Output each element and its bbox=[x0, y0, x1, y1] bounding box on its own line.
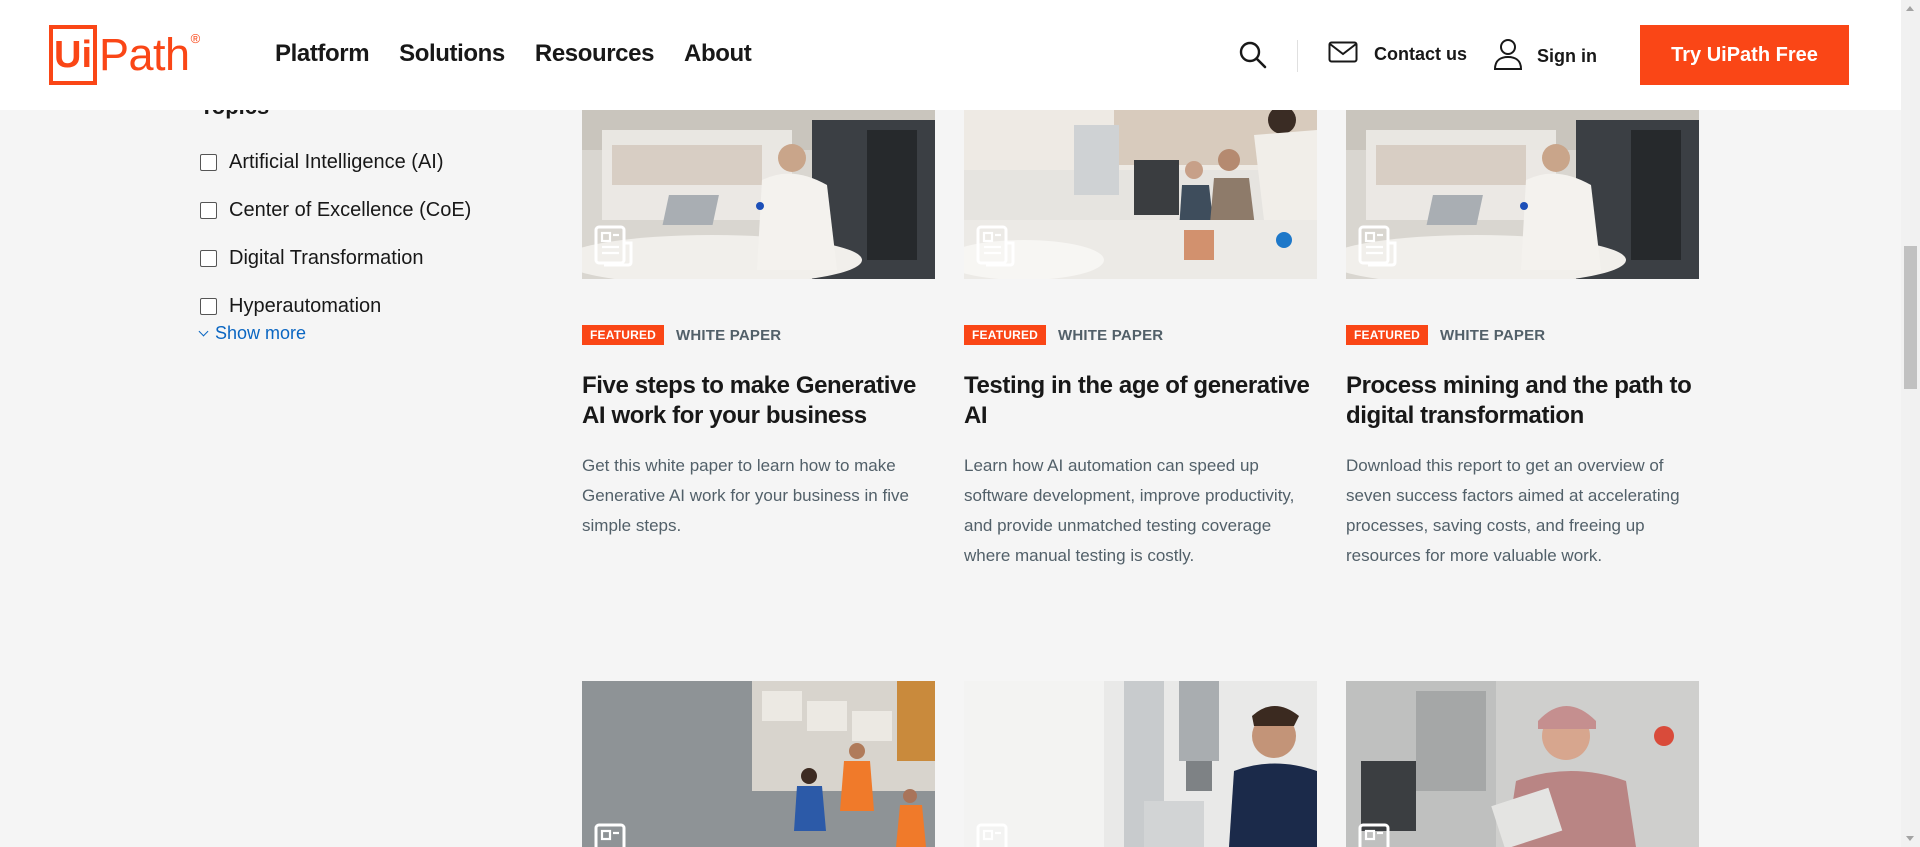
vertical-scrollbar[interactable] bbox=[1901, 0, 1920, 847]
contact-us-link[interactable]: Contact us bbox=[1328, 41, 1467, 68]
filter-item-coe[interactable]: Center of Excellence (CoE) bbox=[200, 186, 471, 234]
logo-text: Path bbox=[99, 29, 190, 80]
card-title[interactable]: Testing in the age of generative AI bbox=[964, 371, 1317, 431]
document-icon bbox=[1358, 225, 1397, 267]
show-more-link[interactable]: Show more bbox=[198, 323, 307, 344]
search-icon[interactable] bbox=[1238, 40, 1268, 70]
card-title[interactable]: Five steps to make Generative AI work fo… bbox=[582, 371, 935, 431]
filter-list: Artificial Intelligence (AI) Center of E… bbox=[200, 138, 471, 330]
card-description: Download this report to get an overview … bbox=[1346, 456, 1680, 565]
show-more-label: Show more bbox=[215, 323, 307, 343]
sign-in-label: Sign in bbox=[1537, 46, 1597, 66]
card-tags: FEATURED WHITE PAPER bbox=[964, 325, 1163, 345]
checkbox[interactable] bbox=[200, 153, 217, 171]
uipath-logo[interactable]: Ui Path ® bbox=[49, 25, 200, 85]
featured-badge: FEATURED bbox=[582, 325, 665, 345]
content-type: WHITE PAPER bbox=[1058, 326, 1164, 344]
checkbox[interactable] bbox=[200, 249, 217, 267]
card-description: Get this white paper to learn how to mak… bbox=[582, 456, 909, 535]
filter-label: Center of Excellence (CoE) bbox=[229, 198, 472, 221]
nav-platform[interactable]: Platform bbox=[275, 40, 370, 68]
content-type: WHITE PAPER bbox=[1440, 326, 1546, 344]
header-divider bbox=[1297, 40, 1298, 72]
filter-label: Hyperautomation bbox=[229, 294, 382, 317]
card-image-man-on-train bbox=[1346, 110, 1699, 279]
card-image-warehouse bbox=[582, 681, 935, 847]
logo-box: Ui bbox=[49, 25, 97, 85]
logo-registered-mark: ® bbox=[190, 31, 201, 46]
document-icon bbox=[594, 823, 626, 847]
try-uipath-free-button[interactable]: Try UiPath Free bbox=[1640, 25, 1849, 85]
mail-icon bbox=[1328, 41, 1358, 68]
site-header: Ui Path ® Platform Solutions Resources A… bbox=[0, 0, 1901, 110]
document-icon bbox=[976, 823, 1008, 847]
main-nav: Platform Solutions Resources About bbox=[275, 40, 781, 68]
featured-badge: FEATURED bbox=[1346, 325, 1429, 345]
featured-badge: FEATURED bbox=[964, 325, 1047, 345]
scroll-down-arrow-icon[interactable] bbox=[1906, 836, 1914, 841]
card-tags: FEATURED WHITE PAPER bbox=[1346, 325, 1545, 345]
contact-us-label: Contact us bbox=[1374, 44, 1468, 64]
card-description: Learn how AI automation can speed up sof… bbox=[964, 456, 1295, 565]
chevron-down-icon bbox=[198, 326, 209, 337]
checkbox[interactable] bbox=[200, 297, 217, 315]
filter-label: Digital Transformation bbox=[229, 246, 424, 269]
document-icon bbox=[594, 225, 633, 267]
nav-about[interactable]: About bbox=[684, 40, 752, 68]
filter-item-ai[interactable]: Artificial Intelligence (AI) bbox=[200, 138, 471, 186]
scroll-thumb[interactable] bbox=[1904, 246, 1917, 389]
filter-item-digital-transformation[interactable]: Digital Transformation bbox=[200, 234, 471, 282]
card-image-call-center bbox=[964, 110, 1317, 279]
nav-resources[interactable]: Resources bbox=[535, 40, 655, 68]
sign-in-link[interactable]: Sign in bbox=[1493, 38, 1597, 75]
user-icon bbox=[1493, 38, 1523, 75]
card-image-man-on-train bbox=[582, 110, 935, 279]
scroll-up-arrow-icon[interactable] bbox=[1906, 6, 1914, 11]
card-image-engineer bbox=[964, 681, 1317, 847]
document-icon bbox=[1358, 823, 1390, 847]
filter-label: Artificial Intelligence (AI) bbox=[229, 150, 444, 173]
document-icon bbox=[976, 225, 1015, 267]
card-image-lab-worker bbox=[1346, 681, 1699, 847]
nav-solutions[interactable]: Solutions bbox=[399, 40, 505, 68]
card-tags: FEATURED WHITE PAPER bbox=[582, 325, 781, 345]
checkbox[interactable] bbox=[200, 201, 217, 219]
content-type: WHITE PAPER bbox=[676, 326, 782, 344]
card-title[interactable]: Process mining and the path to digital t… bbox=[1346, 371, 1699, 431]
